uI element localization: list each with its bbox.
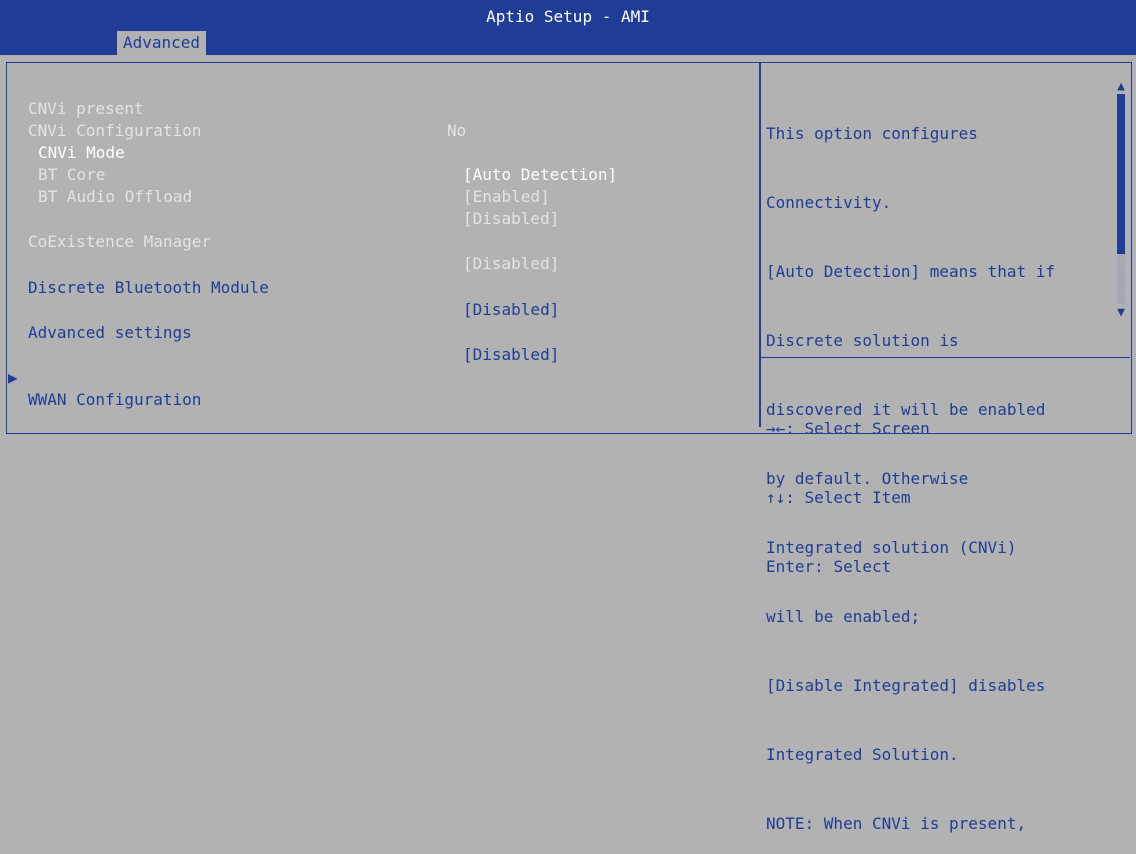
- setting-value[interactable]: [Auto Detection]: [463, 164, 617, 186]
- help-line: Integrated Solution.: [766, 745, 959, 764]
- setting-label: Discrete Bluetooth Module: [28, 278, 269, 297]
- key-legend-item: ↑↓: Select Item: [766, 486, 930, 509]
- scroll-down-icon[interactable]: ▼: [1115, 306, 1127, 320]
- setting-label[interactable]: WWAN Configuration: [28, 389, 201, 411]
- key-name: Enter: [766, 557, 815, 576]
- app-title: Aptio Setup - AMI: [486, 7, 650, 26]
- setting-label: CoExistence Manager: [28, 232, 212, 251]
- setting-row-discrete-bluetooth-module[interactable]: Discrete Bluetooth Module [Disabled]: [28, 255, 559, 319]
- setting-value: [Enabled]: [463, 187, 550, 206]
- setting-value: [Disabled]: [463, 209, 560, 228]
- submenu-arrow-icon: ▶: [8, 368, 18, 387]
- setting-label: Advanced settings: [28, 323, 192, 342]
- title-bar: Aptio Setup - AMI Advanced: [0, 0, 1136, 55]
- setting-value: [Disabled]: [463, 254, 560, 273]
- setting-row-advanced-settings[interactable]: Advanced settings [Disabled]: [28, 300, 559, 364]
- setting-row-cnvi-configuration: CNVi Configuration: [28, 98, 201, 140]
- help-line: NOTE: When CNVi is present,: [766, 814, 1027, 833]
- setting-row-cnvi-mode[interactable]: CNVi Mode [Auto Detection]: [38, 120, 617, 184]
- help-line: will be enabled;: [766, 607, 921, 626]
- setting-label: BT Audio Offload: [38, 187, 193, 206]
- arrow-left-right-icon: →←: [766, 419, 786, 438]
- setting-value: No: [447, 121, 467, 140]
- help-line: [Disable Integrated] disables: [766, 676, 1046, 695]
- scrollbar-track[interactable]: [1117, 254, 1125, 304]
- key-action: : Select Item: [785, 488, 911, 507]
- key-action: : Select Screen: [785, 419, 930, 438]
- panel-divider: [759, 62, 761, 427]
- setting-value[interactable]: [Disabled]: [463, 299, 559, 321]
- setting-value[interactable]: [Disabled]: [463, 344, 559, 366]
- setting-row-cnvi-present: CNVi present No: [28, 76, 466, 140]
- help-line: Connectivity.: [766, 193, 892, 212]
- setting-row-bt-audio-offload: BT Audio Offload [Disabled]: [38, 164, 559, 228]
- key-action: : Select: [814, 557, 892, 576]
- setting-row-coexistence-manager: CoExistence Manager [Disabled]: [28, 209, 559, 273]
- key-legend-item: Enter: Select: [766, 555, 930, 578]
- scroll-up-icon[interactable]: ▲: [1115, 80, 1127, 94]
- tab-advanced[interactable]: Advanced: [117, 31, 207, 55]
- key-legend-item: →←: Select Screen: [766, 417, 930, 440]
- help-line: [Auto Detection] means that if: [766, 262, 1055, 281]
- key-legend: →←: Select Screen ↑↓: Select Item Enter:…: [766, 371, 930, 601]
- setting-row-bt-core: BT Core [Enabled]: [38, 142, 550, 206]
- help-line: Discrete solution is: [766, 331, 959, 350]
- setting-row-wwan-configuration[interactable]: ▶ WWAN Configuration: [8, 345, 201, 409]
- arrow-up-down-icon: ↑↓: [766, 488, 786, 507]
- help-scrollbar[interactable]: ▲ ▼: [1115, 72, 1127, 320]
- scrollbar-thumb[interactable]: [1117, 94, 1125, 254]
- help-line: This option configures: [766, 124, 978, 143]
